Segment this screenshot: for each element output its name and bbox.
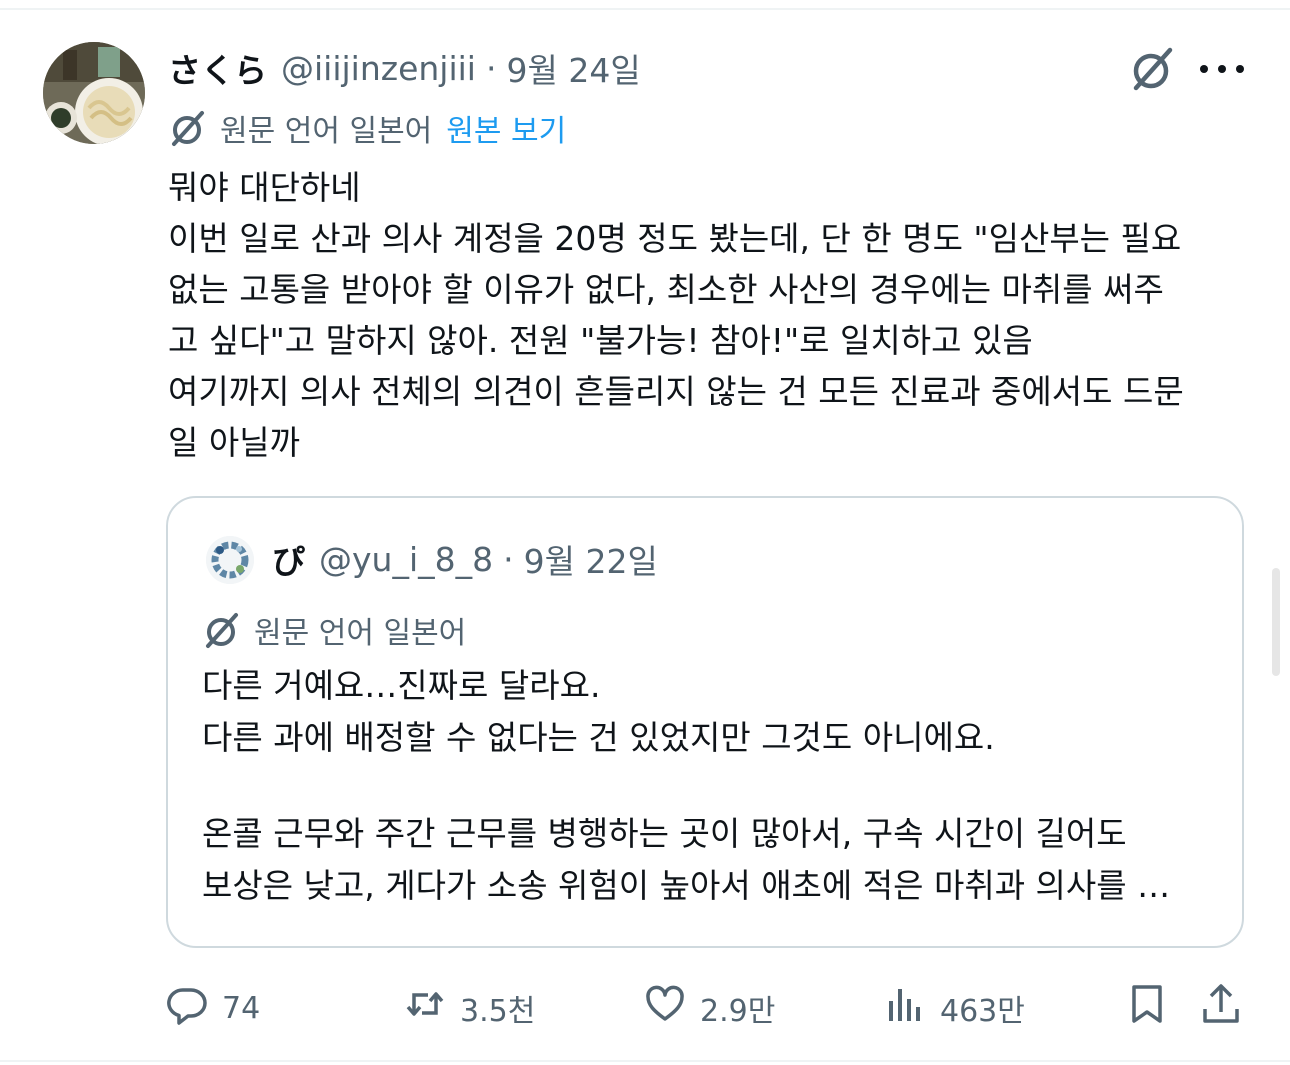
quote-translation-label: 원문 언어 일본어 bbox=[254, 616, 467, 651]
quoted-post-card[interactable]: ぴ @yu_i_8_8 · 9월 22일 원문 언어 일본어 다른 거예요…진짜… bbox=[166, 496, 1244, 948]
reply-icon bbox=[166, 983, 222, 1033]
quote-display-name: ぴ bbox=[272, 542, 305, 581]
show-original-link[interactable]: 원본 보기 bbox=[446, 106, 566, 150]
post-line: 여기까지 의사 전체의 의견이 흔들리지 않는 건 모든 진료과 중에서도 드문 bbox=[168, 372, 1184, 411]
avatar[interactable] bbox=[43, 42, 145, 144]
quote-header: ぴ @yu_i_8_8 · 9월 22일 bbox=[272, 533, 658, 585]
more-icon[interactable] bbox=[1200, 55, 1244, 83]
like-button[interactable]: 2.9만 bbox=[644, 984, 775, 1032]
quote-line: 다른 과에 배정할 수 없다는 건 있었지만 그것도 아니에요. bbox=[202, 718, 995, 757]
handle[interactable]: @iiijinzenjiii bbox=[281, 49, 476, 88]
translation-row: 원문 언어 일본어 원본 보기 bbox=[168, 106, 566, 150]
action-bar: 74 3.5천 2.9만 463만 bbox=[166, 984, 1246, 1032]
share-button[interactable] bbox=[1200, 984, 1242, 1032]
post-line: 일 아닐까 bbox=[168, 423, 300, 462]
grok-icon[interactable] bbox=[1130, 46, 1176, 92]
repost-button[interactable]: 3.5천 bbox=[404, 984, 535, 1032]
post-line: 뭐야 대단하네 bbox=[168, 168, 361, 207]
quote-body: 다른 거예요…진짜로 달라요. 다른 과에 배정할 수 없다는 건 있었지만 그… bbox=[202, 660, 1232, 912]
top-divider bbox=[0, 8, 1290, 10]
post-date[interactable]: 9월 24일 bbox=[506, 44, 640, 92]
quote-date: 9월 22일 bbox=[523, 542, 658, 581]
views-icon bbox=[884, 983, 940, 1033]
post-line: 고 싶다"고 말하지 않아. 전원 "불가능! 참아!"로 일치하고 있음 bbox=[168, 321, 1033, 360]
translation-label: 원문 언어 일본어 bbox=[220, 114, 433, 149]
quote-handle: @yu_i_8_8 bbox=[319, 539, 494, 579]
quote-line: 보상은 낮고, 게다가 소송 위험이 높아서 애초에 적은 마취과 의사를 … bbox=[202, 866, 1171, 905]
bookmark-icon bbox=[1126, 983, 1168, 1033]
post-line: 이번 일로 산과 의사 계정을 20명 정도 봤는데, 단 한 명도 "임산부는… bbox=[168, 219, 1182, 258]
like-count: 2.9만 bbox=[700, 994, 776, 1029]
grok-translate-icon bbox=[202, 610, 242, 650]
bookmark-button[interactable] bbox=[1126, 984, 1168, 1032]
bottom-divider bbox=[0, 1060, 1290, 1062]
reply-button[interactable]: 74 bbox=[166, 984, 260, 1032]
views-count: 463만 bbox=[940, 994, 1025, 1029]
post-header: さくら @iiijinzenjiii · 9월 24일 bbox=[168, 40, 641, 96]
heart-icon bbox=[644, 983, 700, 1033]
display-name[interactable]: さくら bbox=[168, 44, 267, 92]
repost-icon bbox=[404, 983, 460, 1033]
quote-blank-line bbox=[202, 764, 1232, 808]
repost-count: 3.5천 bbox=[460, 994, 536, 1029]
quote-avatar bbox=[206, 536, 254, 584]
post-line: 없는 고통을 받아야 할 이유가 없다, 최소한 사산의 경우에는 마취를 써주 bbox=[168, 270, 1164, 309]
quote-translation-row: 원문 언어 일본어 bbox=[202, 608, 466, 652]
share-icon bbox=[1200, 983, 1242, 1033]
quote-line: 다른 거예요…진짜로 달라요. bbox=[202, 666, 601, 705]
quote-separator: · bbox=[503, 539, 514, 579]
views-button[interactable]: 463만 bbox=[884, 984, 1025, 1032]
post-body: 뭐야 대단하네 이번 일로 산과 의사 계정을 20명 정도 봤는데, 단 한 … bbox=[168, 162, 1258, 468]
scrollbar[interactable] bbox=[1272, 568, 1280, 676]
separator: · bbox=[485, 48, 497, 88]
quote-line: 온콜 근무와 주간 근무를 병행하는 곳이 많아서, 구속 시간이 길어도 bbox=[202, 814, 1127, 853]
grok-translate-icon bbox=[168, 108, 208, 148]
reply-count: 74 bbox=[222, 990, 261, 1026]
